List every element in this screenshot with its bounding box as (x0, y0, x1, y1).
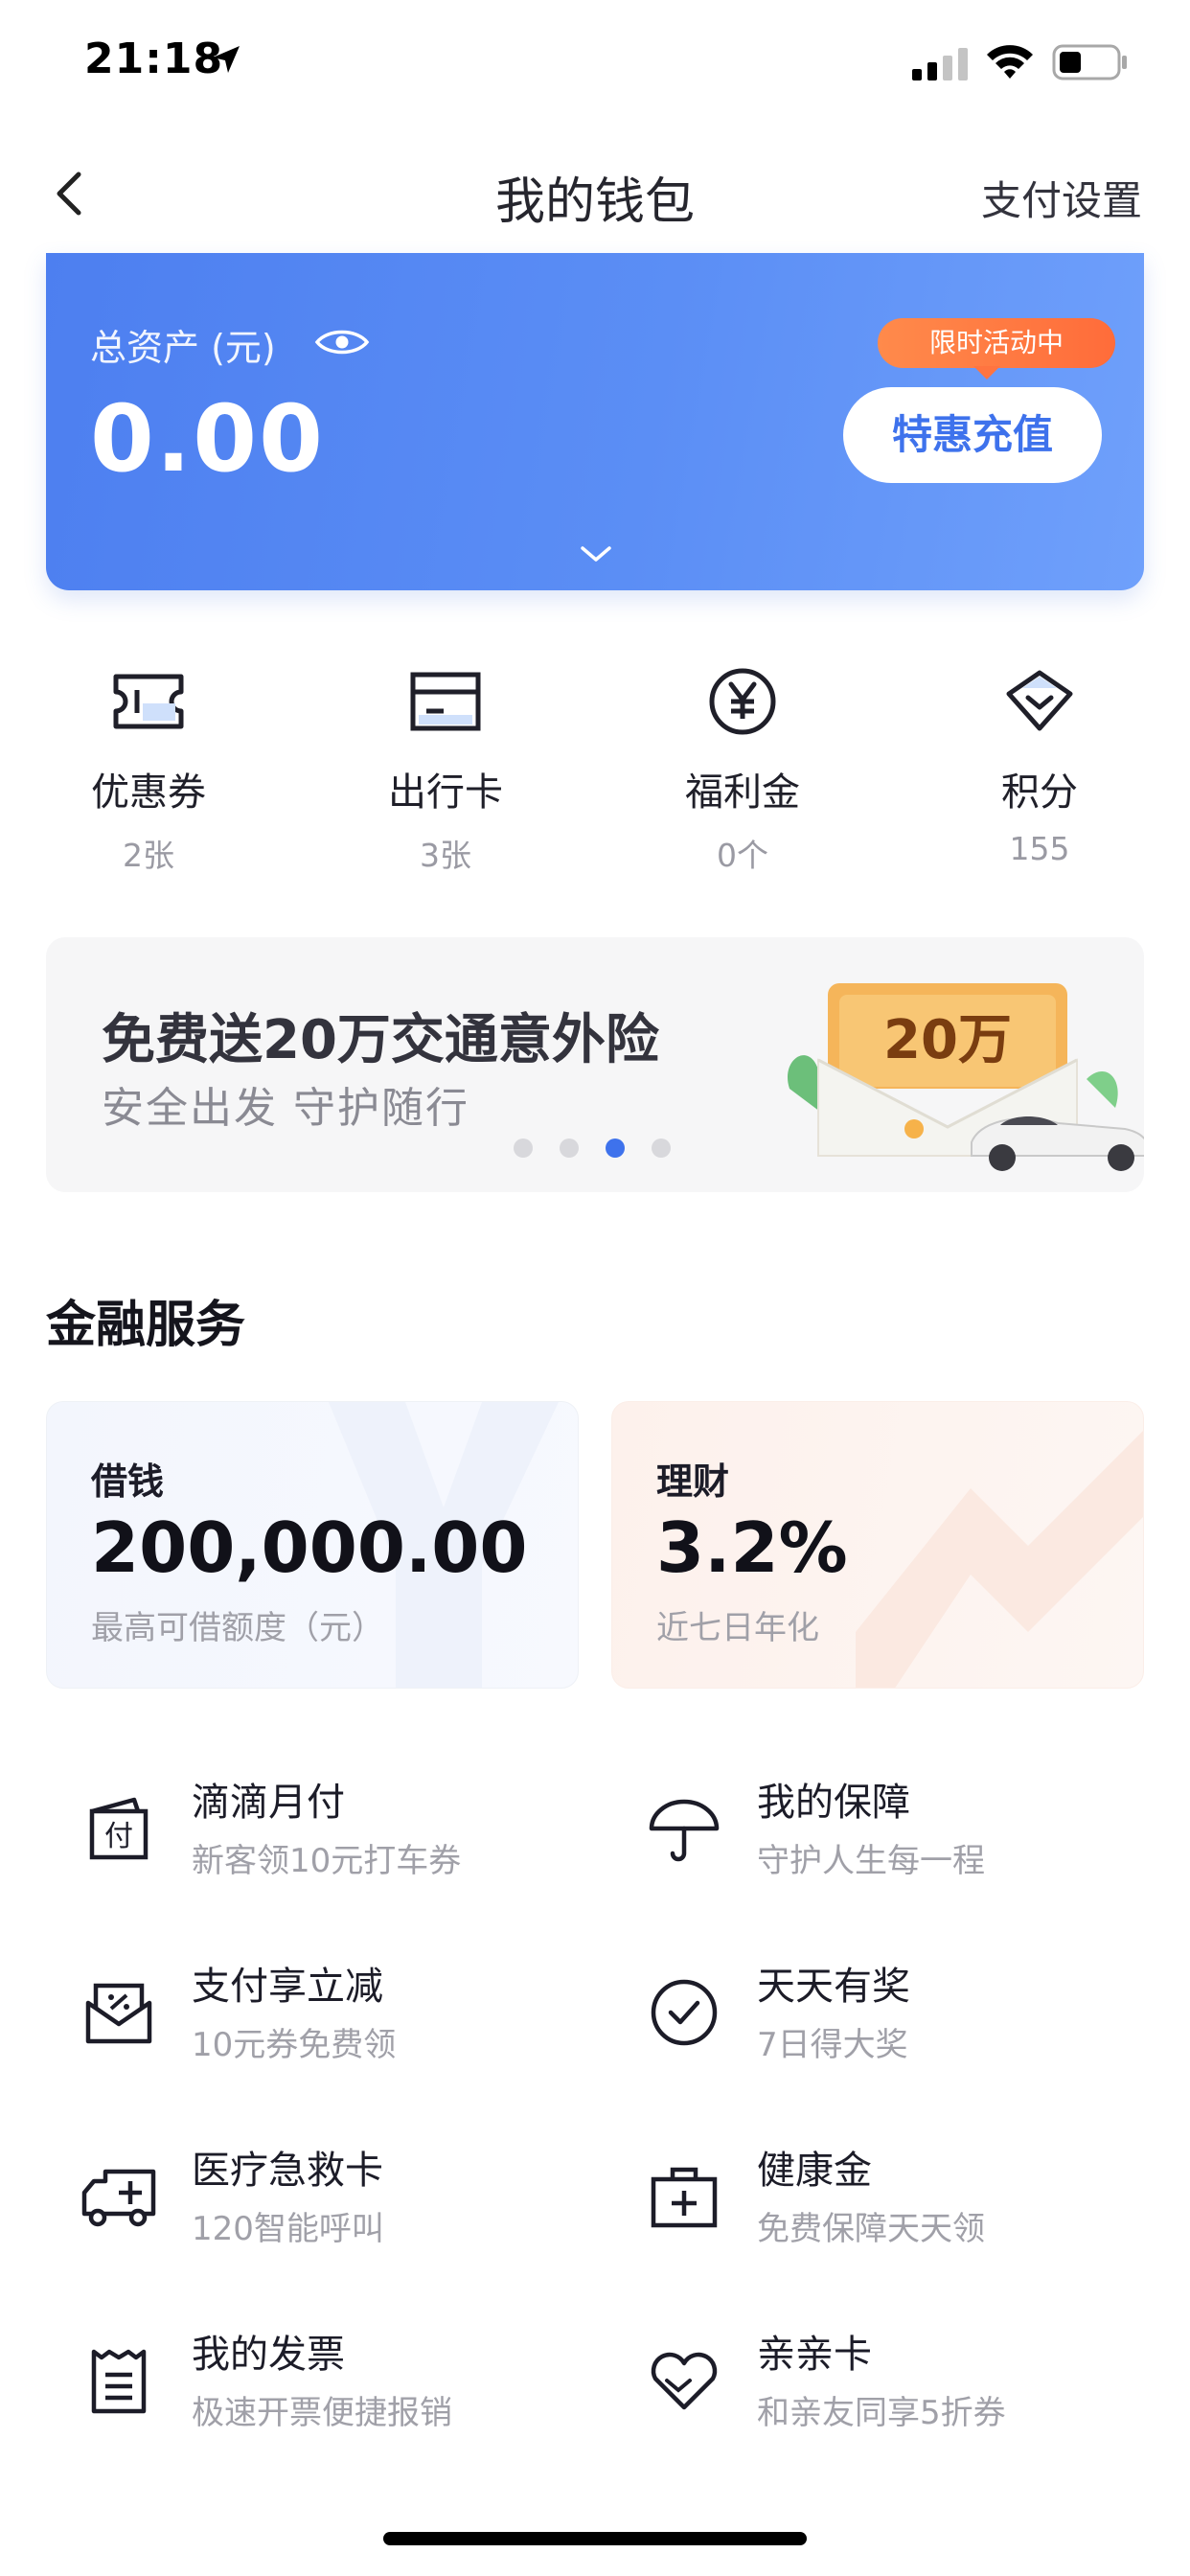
service-desc: 7日得大奖 (757, 2026, 908, 2064)
chevron-down-icon[interactable] (579, 542, 613, 565)
invest-desc: 近七日年化 (656, 1609, 819, 1647)
service-health-fund[interactable]: 健康金 免费保障天天领 (613, 2139, 1150, 2283)
service-pay-discount[interactable]: 支付享立减 10元券免费领 (48, 1955, 584, 2099)
service-medical-card[interactable]: 医疗急救卡 120智能呼叫 (48, 2139, 584, 2283)
envelope-car-illustration: 20万 (787, 983, 1144, 1171)
service-desc: 新客领10元打车券 (192, 1842, 462, 1880)
service-name: 天天有奖 (757, 1965, 910, 2009)
loan-card[interactable]: 借钱 200,000.00 最高可借额度（元） (46, 1401, 579, 1689)
quick-entry-label: 出行卡 (388, 770, 503, 815)
service-invoice[interactable]: 我的发票 极速开票便捷报销 (48, 2323, 584, 2467)
loan-name: 借钱 (91, 1460, 165, 1503)
insurance-banner[interactable]: 免费送20万交通意外险 安全出发 守护随行 20万 (46, 937, 1144, 1192)
quick-entry-points[interactable]: 积分 155 (920, 661, 1159, 882)
banner-art-text: 20万 (883, 1009, 1012, 1071)
quick-entry-count: 0个 (717, 837, 768, 874)
quick-entry-travel-card[interactable]: 出行卡 3张 (326, 661, 565, 882)
service-name: 支付享立减 (192, 1965, 383, 2009)
diamond-icon (1006, 670, 1073, 731)
loan-desc: 最高可借额度（元） (91, 1609, 384, 1647)
service-monthly-pay[interactable]: 付 滴滴月付 新客领10元打车券 (48, 1771, 584, 1915)
service-desc: 和亲友同享5折券 (757, 2394, 1006, 2432)
loan-limit-value: 200,000.00 (91, 1507, 528, 1588)
umbrella-icon (649, 1799, 720, 1862)
service-desc: 10元券免费领 (192, 2026, 397, 2064)
nav-bar: 我的钱包 支付设置 (0, 134, 1190, 249)
carousel-dot[interactable] (514, 1138, 533, 1158)
banner-title: 免费送20万交通意外险 (102, 1009, 659, 1071)
service-desc: 免费保障天天领 (757, 2210, 985, 2248)
total-assets-value: 0.00 (90, 385, 325, 493)
ambulance-icon (81, 2169, 156, 2227)
chart-watermark-icon (856, 1431, 1143, 1688)
battery-icon (1052, 44, 1127, 80)
service-name: 滴滴月付 (192, 1781, 345, 1825)
check-circle-icon (651, 1979, 718, 2046)
service-name: 健康金 (757, 2149, 872, 2193)
quick-entry-label: 福利金 (685, 770, 800, 815)
carousel-dot[interactable] (560, 1138, 579, 1158)
finance-section-title: 金融服务 (46, 1297, 246, 1354)
quick-entry-welfare[interactable]: 福利金 0个 (623, 661, 862, 882)
cellular-signal-icon (912, 48, 968, 80)
invoice-icon (91, 2349, 147, 2414)
quick-entries: 优惠券 2张 出行卡 3张 福利金 0个 积分 155 (0, 661, 1190, 882)
card-icon (410, 672, 481, 731)
location-arrow-icon (213, 46, 240, 73)
promo-badge: 限时活动中 (878, 318, 1115, 380)
invest-name: 理财 (656, 1460, 730, 1503)
service-name: 亲亲卡 (757, 2333, 872, 2377)
banner-subtitle: 安全出发 守护随行 (102, 1084, 469, 1133)
service-desc: 120智能呼叫 (192, 2210, 384, 2248)
service-family-card[interactable]: 亲亲卡 和亲友同享5折券 (613, 2323, 1150, 2467)
service-desc: 守护人生每一程 (757, 1842, 985, 1880)
service-desc: 极速开票便捷报销 (192, 2394, 452, 2432)
quick-entry-count: 2张 (123, 837, 174, 874)
service-name: 我的保障 (757, 1781, 910, 1825)
carousel-dots (514, 1138, 698, 1158)
status-time: 21:18 (84, 34, 224, 83)
quick-entry-coupons[interactable]: 优惠券 2张 (29, 661, 268, 882)
pay-settings-link[interactable]: 支付设置 (981, 169, 1142, 227)
quick-entry-count: 3张 (420, 837, 471, 874)
eye-icon[interactable] (314, 326, 370, 358)
home-indicator[interactable] (383, 2532, 807, 2545)
yen-icon (709, 668, 776, 735)
status-bar: 21:18 (0, 0, 1190, 126)
quick-entry-label: 积分 (1001, 770, 1078, 815)
discount-envelope-icon (85, 1983, 152, 2044)
service-name: 我的发票 (192, 2333, 345, 2377)
quick-entry-count: 155 (1009, 830, 1070, 867)
heart-icon (651, 2352, 718, 2410)
invest-rate-value: 3.2% (656, 1507, 848, 1588)
service-daily-prize[interactable]: 天天有奖 7日得大奖 (613, 1955, 1150, 2099)
wifi-icon (987, 45, 1033, 79)
carousel-dot[interactable] (652, 1138, 671, 1158)
quick-entry-label: 优惠券 (91, 770, 206, 815)
monthly-pay-icon: 付 (89, 1797, 149, 1860)
service-my-insurance[interactable]: 我的保障 守护人生每一程 (613, 1771, 1150, 1915)
recharge-button[interactable]: 特惠充值 (843, 387, 1102, 483)
total-assets-label: 总资产 (元) (90, 327, 276, 369)
coupon-icon (113, 674, 184, 729)
invest-card[interactable]: 理财 3.2% 近七日年化 (611, 1401, 1144, 1689)
service-name: 医疗急救卡 (192, 2149, 383, 2193)
asset-card: 总资产 (元) 0.00 限时活动中 特惠充值 (46, 253, 1144, 590)
carousel-dot-active[interactable] (606, 1138, 625, 1158)
medical-kit-icon (651, 2167, 718, 2228)
svg-text:付: 付 (104, 1820, 133, 1853)
